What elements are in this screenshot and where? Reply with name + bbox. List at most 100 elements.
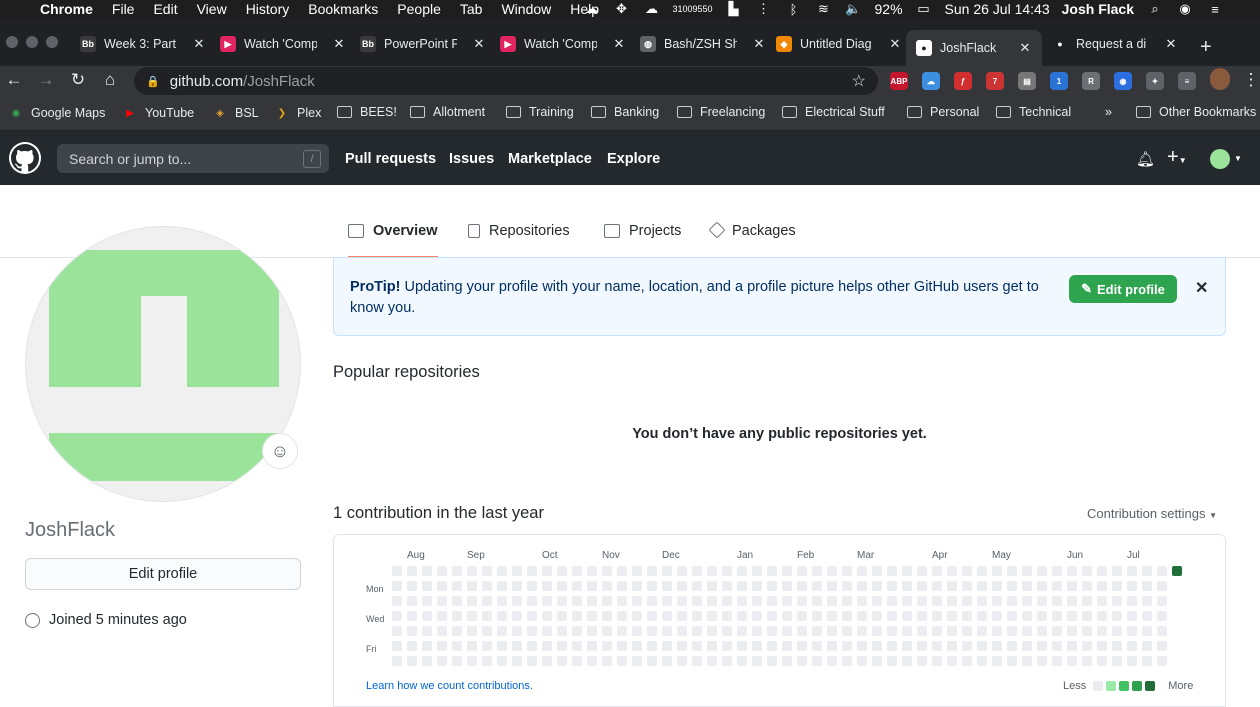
- contribution-day[interactable]: [857, 626, 867, 636]
- contribution-day[interactable]: [692, 641, 702, 651]
- menu-chrome[interactable]: Chrome: [40, 1, 93, 17]
- minimize-window-button[interactable]: [26, 36, 38, 48]
- contribution-day[interactable]: [1082, 626, 1092, 636]
- contribution-day[interactable]: [752, 581, 762, 591]
- contribution-day[interactable]: [437, 656, 447, 666]
- contribution-day[interactable]: [872, 641, 882, 651]
- menu-bookmarks[interactable]: Bookmarks: [308, 1, 378, 17]
- contribution-day[interactable]: [1142, 611, 1152, 621]
- contribution-day[interactable]: [797, 656, 807, 666]
- contribution-day[interactable]: [452, 611, 462, 621]
- contribution-day[interactable]: [737, 656, 747, 666]
- contribution-day[interactable]: [842, 596, 852, 606]
- extension-icon[interactable]: 7: [986, 72, 1004, 90]
- contribution-day[interactable]: [707, 611, 717, 621]
- contribution-day[interactable]: [902, 626, 912, 636]
- contribution-day[interactable]: [902, 611, 912, 621]
- contribution-day[interactable]: [662, 581, 672, 591]
- contribution-day[interactable]: [1142, 656, 1152, 666]
- contribution-day[interactable]: [932, 596, 942, 606]
- contribution-day[interactable]: [572, 626, 582, 636]
- extension-icon[interactable]: ▤: [1018, 72, 1036, 90]
- browser-tab[interactable]: ● JoshFlack ✕: [906, 30, 1042, 66]
- contribution-day[interactable]: [587, 641, 597, 651]
- extension-icon[interactable]: ≡: [1178, 72, 1196, 90]
- contribution-day[interactable]: [917, 626, 927, 636]
- dropbox-icon[interactable]: ✥: [612, 1, 630, 17]
- contribution-day[interactable]: [812, 641, 822, 651]
- menu-history[interactable]: History: [246, 1, 290, 17]
- close-tab-icon[interactable]: ✕: [1164, 36, 1178, 52]
- extension-icon[interactable]: ☁: [922, 72, 940, 90]
- contribution-day[interactable]: [452, 581, 462, 591]
- contribution-day[interactable]: [707, 626, 717, 636]
- contribution-day[interactable]: [767, 656, 777, 666]
- contribution-day[interactable]: [1097, 581, 1107, 591]
- profile-avatar[interactable]: [1210, 68, 1230, 90]
- contribution-day[interactable]: [872, 596, 882, 606]
- contribution-day[interactable]: [1112, 611, 1122, 621]
- contribution-day[interactable]: [1052, 566, 1062, 576]
- contribution-day[interactable]: [587, 566, 597, 576]
- contribution-day[interactable]: [512, 611, 522, 621]
- contribution-day[interactable]: [1112, 581, 1122, 591]
- contribution-day[interactable]: [887, 611, 897, 621]
- contribution-day[interactable]: [542, 611, 552, 621]
- contribution-day[interactable]: [692, 656, 702, 666]
- contribution-day[interactable]: [842, 656, 852, 666]
- contribution-day[interactable]: [977, 596, 987, 606]
- contribution-day[interactable]: [692, 611, 702, 621]
- contribution-day[interactable]: [1052, 611, 1062, 621]
- contribution-day[interactable]: [392, 641, 402, 651]
- contribution-day[interactable]: [497, 611, 507, 621]
- contribution-day[interactable]: [797, 626, 807, 636]
- wifi-icon[interactable]: ≋: [815, 1, 833, 17]
- contribution-day[interactable]: [1037, 626, 1047, 636]
- contribution-day[interactable]: [812, 596, 822, 606]
- contribution-day[interactable]: [947, 566, 957, 576]
- contribution-day[interactable]: [797, 581, 807, 591]
- contribution-day[interactable]: [887, 581, 897, 591]
- contribution-day[interactable]: [827, 596, 837, 606]
- browser-tab[interactable]: ▶ Watch 'Comp ✕: [220, 29, 346, 59]
- contribution-day[interactable]: [647, 641, 657, 651]
- bookmark-item[interactable]: Training: [506, 105, 574, 119]
- contribution-day[interactable]: [722, 641, 732, 651]
- contribution-day[interactable]: [617, 611, 627, 621]
- contribution-day[interactable]: [452, 566, 462, 576]
- contribution-day[interactable]: [662, 656, 672, 666]
- contribution-day[interactable]: [602, 626, 612, 636]
- contribution-day[interactable]: [512, 641, 522, 651]
- contribution-day[interactable]: [1052, 626, 1062, 636]
- contribution-day[interactable]: [482, 656, 492, 666]
- contribution-day[interactable]: [752, 626, 762, 636]
- contribution-day[interactable]: [872, 611, 882, 621]
- contribution-day[interactable]: [572, 581, 582, 591]
- contribution-day[interactable]: [557, 596, 567, 606]
- contribution-day[interactable]: [527, 626, 537, 636]
- contribution-day[interactable]: [602, 566, 612, 576]
- contribution-day[interactable]: [1007, 656, 1017, 666]
- notification-center-icon[interactable]: ≡: [1206, 2, 1224, 17]
- contribution-day[interactable]: [542, 566, 552, 576]
- contribution-day[interactable]: [1037, 581, 1047, 591]
- contribution-day[interactable]: [737, 611, 747, 621]
- contribution-day[interactable]: [1097, 566, 1107, 576]
- browser-tab[interactable]: ● Request a di ✕: [1052, 29, 1178, 59]
- contribution-day[interactable]: [1067, 566, 1077, 576]
- contribution-day[interactable]: [587, 656, 597, 666]
- contribution-day[interactable]: [1022, 566, 1032, 576]
- contribution-day[interactable]: [407, 611, 417, 621]
- contribution-day[interactable]: [977, 566, 987, 576]
- contribution-day[interactable]: [512, 596, 522, 606]
- contribution-day[interactable]: [902, 596, 912, 606]
- contribution-day[interactable]: [602, 656, 612, 666]
- contribution-day[interactable]: [917, 581, 927, 591]
- contribution-day[interactable]: [767, 611, 777, 621]
- contribution-day[interactable]: [557, 656, 567, 666]
- contribution-day[interactable]: [527, 596, 537, 606]
- nav-explore[interactable]: Explore: [607, 151, 660, 167]
- contribution-day[interactable]: [1097, 626, 1107, 636]
- contribution-day[interactable]: [602, 596, 612, 606]
- close-tab-icon[interactable]: ✕: [332, 36, 346, 52]
